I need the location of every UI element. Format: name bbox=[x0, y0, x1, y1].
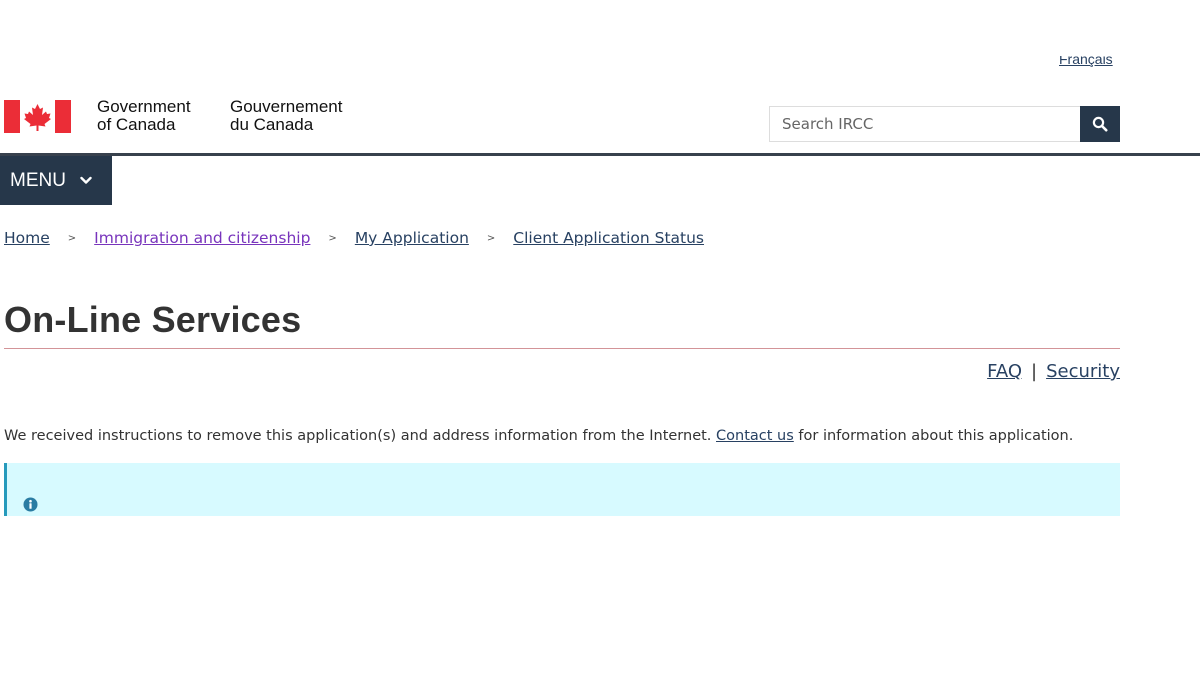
breadcrumb-home-link[interactable]: Home bbox=[4, 229, 50, 247]
info-icon bbox=[23, 497, 38, 512]
signature-fr-line1: Gouvernement bbox=[230, 97, 343, 116]
language-toggle-link[interactable]: Français bbox=[1058, 56, 1120, 76]
removal-notice: We received instructions to remove this … bbox=[4, 428, 1073, 444]
search-button[interactable] bbox=[1080, 106, 1120, 142]
breadcrumb-separator-icon: > bbox=[67, 232, 77, 244]
search-input[interactable]: Search IRCC bbox=[769, 106, 1081, 142]
search-placeholder: Search IRCC bbox=[782, 115, 874, 133]
breadcrumb: Home > Immigration and citizenship > My … bbox=[4, 229, 704, 247]
notice-text-after: for information about this application. bbox=[793, 428, 1074, 444]
security-link[interactable]: Security bbox=[1046, 361, 1120, 382]
contact-us-link[interactable]: Contact us bbox=[716, 428, 794, 444]
search-icon bbox=[1092, 116, 1108, 132]
link-separator: | bbox=[1031, 361, 1038, 382]
faq-link[interactable]: FAQ bbox=[987, 361, 1022, 382]
signature-en-line2: of Canada bbox=[97, 115, 176, 134]
help-links: FAQ | Security bbox=[987, 361, 1120, 382]
page-title: On-Line Services bbox=[4, 299, 302, 340]
language-toggle-label: Français bbox=[1059, 56, 1113, 67]
canada-flag-icon bbox=[4, 100, 71, 133]
breadcrumb-separator-icon: > bbox=[486, 232, 496, 244]
signature-fr-line2: du Canada bbox=[230, 115, 314, 134]
breadcrumb-separator-icon: > bbox=[328, 232, 337, 244]
breadcrumb-immigration-link[interactable]: Immigration and citizenship bbox=[94, 229, 310, 247]
government-signature-english: Government of Canada bbox=[97, 98, 191, 134]
government-signature-french: Gouvernement du Canada bbox=[230, 98, 342, 134]
title-divider bbox=[4, 348, 1120, 349]
menu-button[interactable]: MENU bbox=[0, 156, 112, 205]
signature-en-line1: Government bbox=[97, 97, 191, 116]
breadcrumb-my-application-link[interactable]: My Application bbox=[355, 229, 469, 247]
breadcrumb-client-status-link[interactable]: Client Application Status bbox=[513, 229, 704, 247]
menu-label: MENU bbox=[10, 169, 66, 191]
chevron-down-icon bbox=[80, 176, 92, 185]
info-alert bbox=[4, 463, 1120, 516]
notice-text-before: We received instructions to remove this … bbox=[4, 428, 717, 444]
header-divider bbox=[0, 153, 1200, 156]
